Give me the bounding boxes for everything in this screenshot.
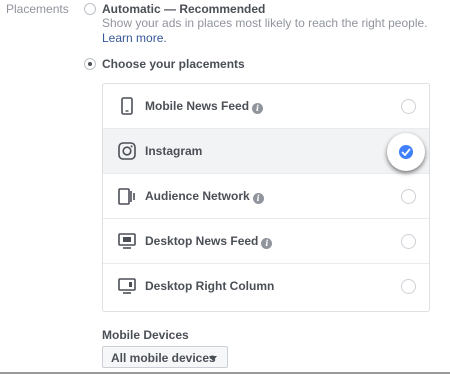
learn-more-link[interactable]: Learn more.	[102, 31, 167, 45]
placement-label: Audience Network i	[145, 189, 264, 204]
info-icon[interactable]: i	[252, 103, 264, 114]
checkmark-icon	[399, 145, 413, 159]
placement-row-desktop-right-column[interactable]: Desktop Right Column	[103, 264, 429, 309]
placement-label: Mobile News Feed i	[145, 99, 264, 114]
automatic-title: Automatic — Recommended	[102, 2, 266, 16]
placements-panel: Mobile News Feed i Instagram Audience Net…	[102, 83, 430, 312]
mobile-devices-label: Mobile Devices	[102, 328, 189, 342]
placement-checkbox[interactable]	[401, 279, 416, 294]
placement-label: Desktop Right Column	[145, 279, 275, 293]
mobile-phone-icon	[121, 97, 133, 115]
placement-row-instagram[interactable]: Instagram	[103, 129, 429, 174]
section-label: Placements	[6, 2, 69, 16]
audience-network-icon	[118, 188, 135, 205]
automatic-radio[interactable]	[84, 3, 96, 15]
automatic-description-text: Show your ads in places most likely to r…	[102, 16, 428, 30]
info-icon[interactable]: i	[252, 193, 264, 204]
info-icon[interactable]: i	[261, 238, 273, 249]
automatic-description: Show your ads in places most likely to r…	[102, 16, 447, 46]
placement-checkbox-checked[interactable]	[387, 133, 425, 171]
choose-placements-title: Choose your placements	[102, 57, 245, 71]
desktop-right-column-icon	[118, 278, 136, 294]
placement-checkbox[interactable]	[401, 99, 416, 114]
placement-row-mobile-news-feed[interactable]: Mobile News Feed i	[103, 84, 429, 129]
choose-placements-radio[interactable]	[84, 58, 96, 70]
desktop-monitor-icon	[118, 233, 136, 249]
instagram-icon	[118, 142, 136, 160]
mobile-devices-dropdown-value: All mobile devices	[111, 351, 216, 365]
placement-checkbox[interactable]	[401, 189, 416, 204]
placement-row-desktop-news-feed[interactable]: Desktop News Feed i	[103, 219, 429, 264]
placement-checkbox[interactable]	[401, 234, 416, 249]
mobile-devices-dropdown[interactable]: All mobile devices	[102, 346, 228, 368]
placement-label: Instagram	[145, 144, 203, 158]
placement-row-audience-network[interactable]: Audience Network i	[103, 174, 429, 219]
caret-down-icon	[209, 356, 217, 361]
placement-label: Desktop News Feed i	[145, 234, 273, 249]
